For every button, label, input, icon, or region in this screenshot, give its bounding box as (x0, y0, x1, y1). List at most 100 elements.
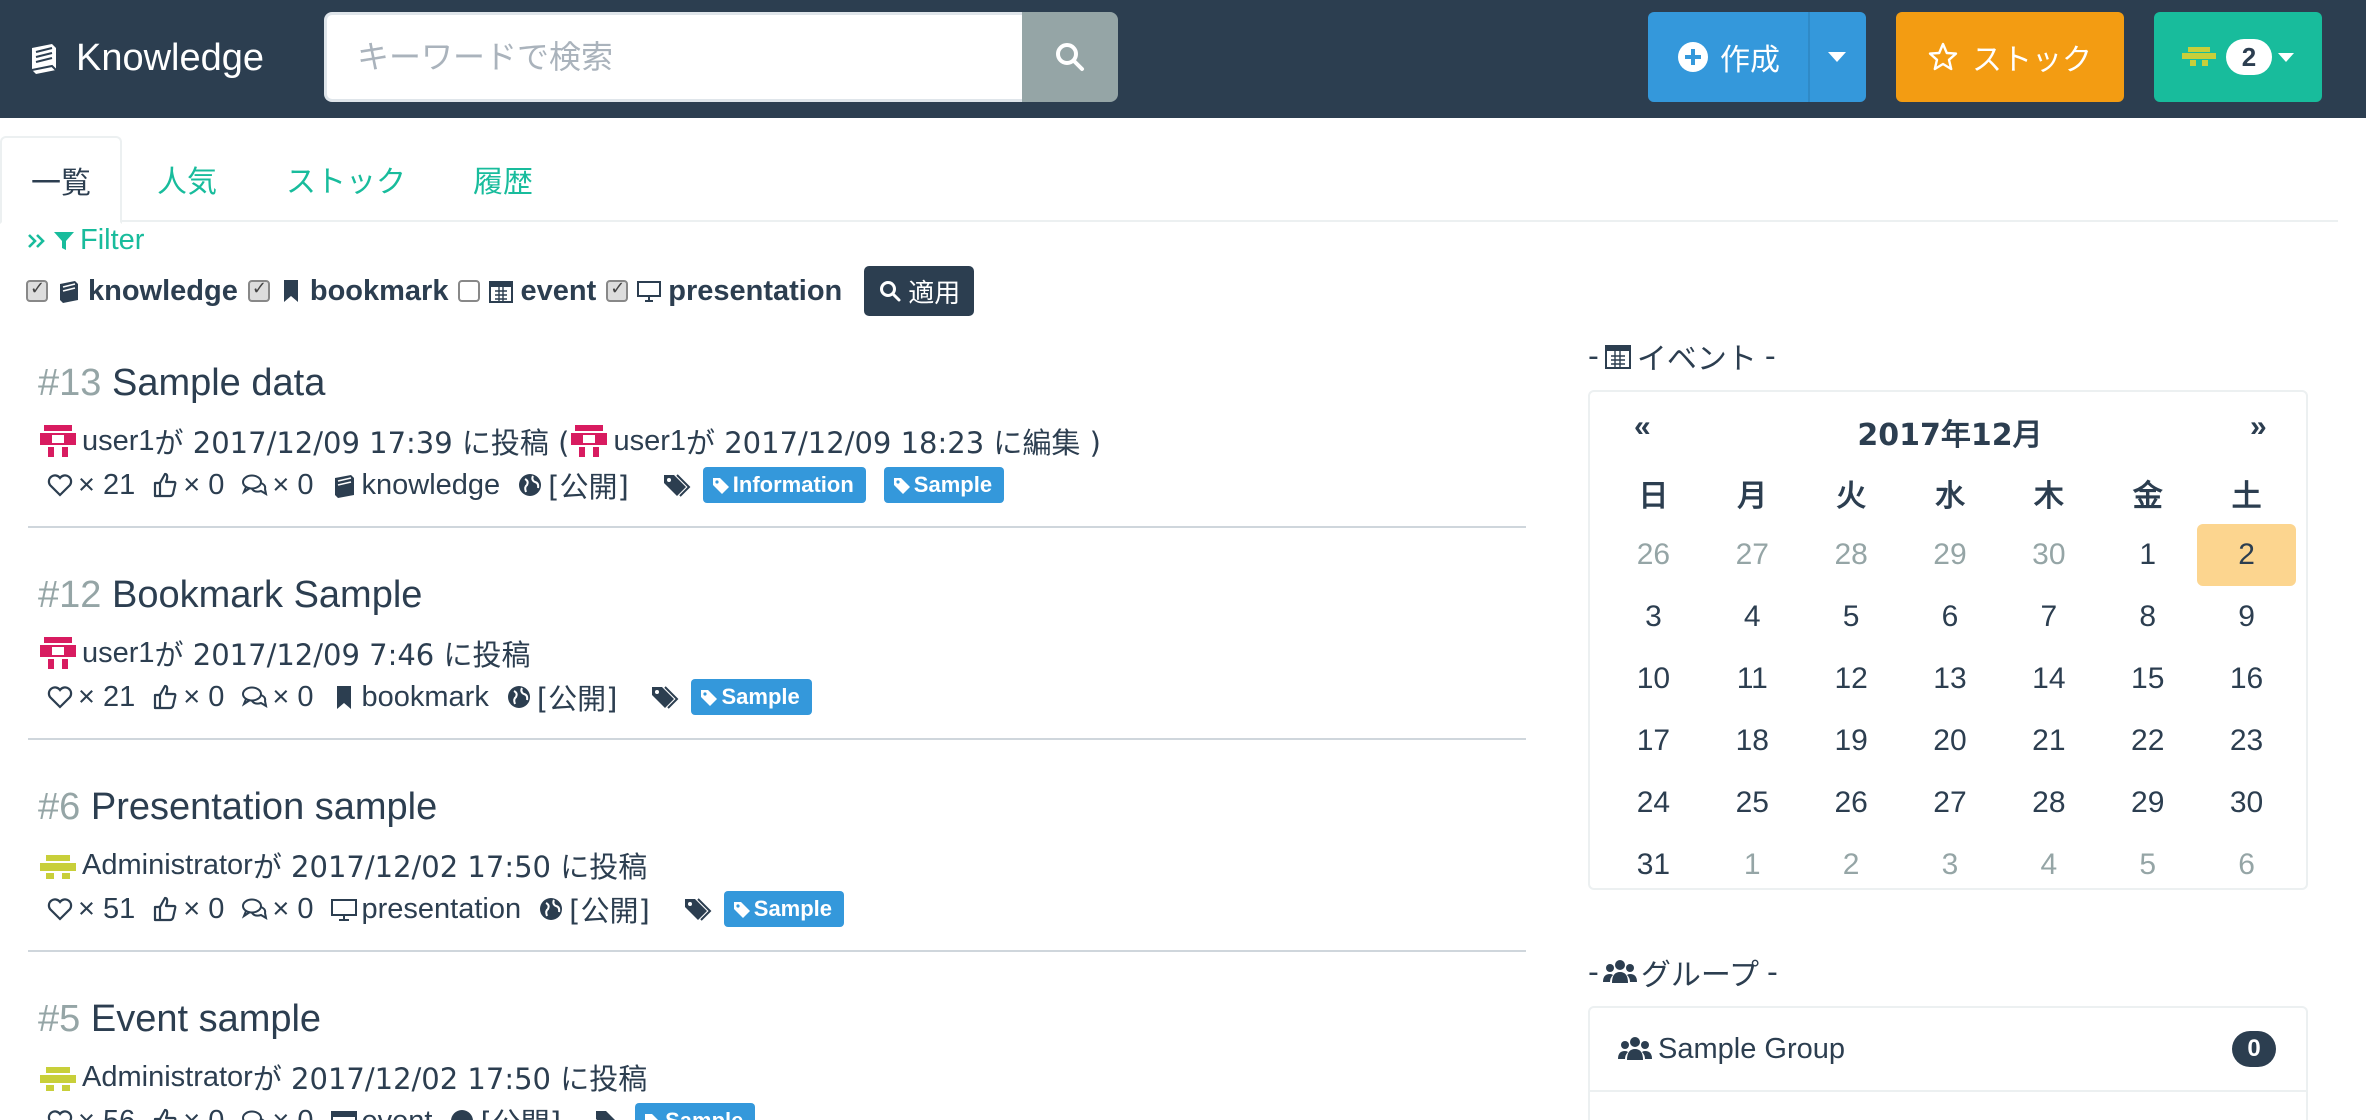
calendar-day[interactable]: 1 (2098, 524, 2197, 586)
calendar-day[interactable]: 4 (1703, 586, 1802, 648)
knowledge-type: event (330, 1105, 432, 1120)
calendar-day[interactable]: 8 (2098, 586, 2197, 648)
tag-badge[interactable]: Information (702, 467, 866, 503)
checkbox[interactable] (458, 280, 481, 302)
calendar-day[interactable]: 19 (1802, 710, 1901, 772)
tab-history[interactable]: 履歴 (448, 136, 558, 222)
checkbox[interactable] (606, 278, 629, 302)
calendar-day[interactable]: 26 (1802, 772, 1901, 834)
calendar-day[interactable]: 5 (1802, 586, 1901, 648)
editor-name[interactable]: user1 (613, 425, 686, 458)
calendar-day[interactable]: 22 (2098, 710, 2197, 772)
calendar-day[interactable]: 3 (1901, 834, 2000, 896)
filter-event[interactable]: event (458, 275, 596, 308)
group-item[interactable]: Sample Group 0 (1590, 1008, 2306, 1090)
knowledge-title[interactable]: #6 Presentation sample (38, 786, 437, 829)
calendar-day[interactable]: 14 (1999, 648, 2098, 710)
knowledge-title[interactable]: #13 Sample data (38, 362, 325, 405)
calendar-day[interactable]: 15 (2098, 648, 2197, 710)
filter-toggle[interactable]: Filter (26, 224, 144, 257)
like-count[interactable]: × 51 (46, 893, 135, 926)
calendar-day[interactable]: 18 (1703, 710, 1802, 772)
calendar-day[interactable]: 2 (2197, 524, 2296, 586)
user-avatar-icon (40, 425, 76, 457)
calendar-day[interactable]: 30 (2197, 772, 2296, 834)
calendar-day[interactable]: 29 (1901, 524, 2000, 586)
caret-down-icon[interactable] (1828, 52, 1846, 62)
knowledge-title[interactable]: #5 Event sample (38, 998, 321, 1041)
calendar-day[interactable]: 30 (1999, 524, 2098, 586)
calendar-day[interactable]: 28 (1999, 772, 2098, 834)
calendar-day[interactable]: 10 (1604, 648, 1703, 710)
apply-filter-button[interactable]: 適用 (864, 266, 975, 316)
filter-bookmark[interactable]: bookmark (247, 275, 448, 308)
thumbs-count[interactable]: × 0 (151, 681, 224, 714)
author-name[interactable]: user1 (82, 425, 155, 458)
calendar-next-button[interactable]: » (2250, 410, 2267, 444)
knowledge-title[interactable]: #12 Bookmark Sample (38, 574, 422, 617)
calendar-day[interactable]: 16 (2197, 648, 2296, 710)
calendar-day[interactable]: 6 (2197, 834, 2296, 896)
like-count[interactable]: × 21 (46, 469, 135, 502)
calendar-day[interactable]: 25 (1703, 772, 1802, 834)
tag-icon (893, 478, 910, 494)
comment-count[interactable]: × 0 (240, 893, 314, 926)
calendar-day[interactable]: 5 (2098, 834, 2197, 896)
like-count[interactable]: × 56 (46, 1105, 135, 1120)
calendar-day[interactable]: 3 (1604, 586, 1703, 648)
calendar-day[interactable]: 23 (2197, 710, 2296, 772)
comment-count[interactable]: × 0 (240, 681, 314, 714)
tag-badge[interactable]: Sample (635, 1103, 756, 1120)
calendar-day[interactable]: 4 (1999, 834, 2098, 896)
calendar-day[interactable]: 26 (1604, 524, 1703, 586)
author-name[interactable]: Administrator (82, 849, 253, 882)
calendar-day[interactable]: 2 (1802, 834, 1901, 896)
calendar-day[interactable]: 1 (1703, 834, 1802, 896)
knowledge-meta: Administrator が 2017/12/02 17:50 に投稿 (38, 844, 647, 886)
calendar-day[interactable]: 17 (1604, 710, 1703, 772)
calendar-day[interactable]: 20 (1901, 710, 2000, 772)
calendar-day[interactable]: 31 (1604, 834, 1703, 896)
calendar-day[interactable]: 6 (1901, 586, 2000, 648)
tag-badge[interactable]: Sample (691, 679, 812, 715)
calendar-day[interactable]: 24 (1604, 772, 1703, 834)
filter-knowledge[interactable]: knowledge (26, 275, 238, 308)
create-button[interactable]: 作成 (1648, 12, 1866, 102)
comments-icon (242, 898, 268, 921)
calendar-day[interactable]: 11 (1703, 648, 1802, 710)
tags-icon (596, 1111, 616, 1120)
like-count[interactable]: × 21 (46, 681, 135, 714)
calendar-day[interactable]: 21 (1999, 710, 2098, 772)
author-name[interactable]: Administrator (82, 1061, 253, 1094)
calendar-day[interactable]: 27 (1703, 524, 1802, 586)
search-input[interactable] (324, 12, 1024, 102)
thumbs-count[interactable]: × 0 (151, 893, 224, 926)
tag-badge[interactable]: Sample (883, 467, 1005, 503)
calendar-day[interactable]: 13 (1901, 648, 2000, 710)
comment-count[interactable]: × 0 (240, 1105, 314, 1120)
calendar-day[interactable]: 27 (1901, 772, 2000, 834)
calendar-day[interactable]: 7 (1999, 586, 2098, 648)
thumbs-count[interactable]: × 0 (151, 1105, 224, 1120)
calendar-day[interactable]: 28 (1802, 524, 1901, 586)
checkbox[interactable] (247, 278, 270, 302)
tab-stock[interactable]: ストック (264, 136, 428, 222)
tag-badge[interactable]: Sample (723, 891, 845, 927)
calendar-day[interactable]: 9 (2197, 586, 2296, 648)
filter-presentation[interactable]: presentation (606, 275, 842, 308)
tab-list[interactable]: 一覧 (0, 136, 122, 224)
calendar-weekday: 日 (1638, 479, 1669, 514)
calendar-day[interactable]: 12 (1802, 648, 1901, 710)
calendar-day[interactable]: 29 (2098, 772, 2197, 834)
thumbs-count[interactable]: × 0 (151, 469, 224, 502)
comment-count[interactable]: × 0 (240, 469, 314, 502)
visibility: [公開] (537, 888, 650, 930)
search-button[interactable] (1022, 12, 1118, 102)
stock-button[interactable]: ストック (1896, 12, 2124, 102)
user-menu-button[interactable]: 2 (2154, 12, 2322, 102)
comments-icon (242, 686, 268, 709)
brand-link[interactable]: Knowledge (26, 28, 264, 88)
author-name[interactable]: user1 (82, 637, 155, 670)
tab-popular[interactable]: 人気 (132, 136, 242, 222)
checkbox[interactable] (26, 278, 48, 302)
